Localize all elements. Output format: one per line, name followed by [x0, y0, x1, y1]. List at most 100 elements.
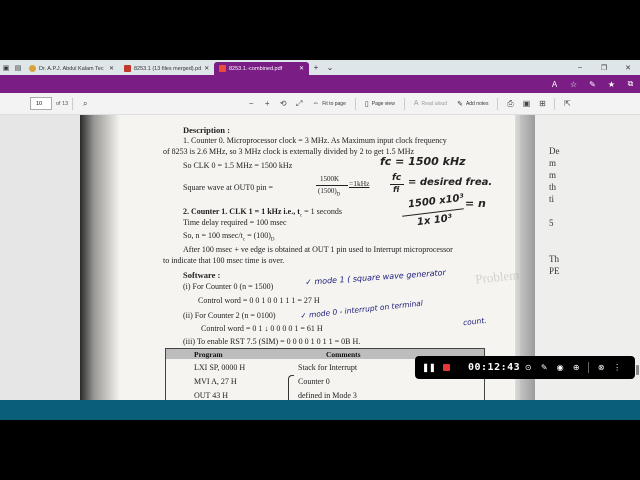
counter0-line: 1. Counter 0. Microprocessor clock = 3 M…: [183, 136, 447, 145]
add-notes-icon: ✎: [457, 100, 463, 108]
recording-timer: 00:12:43: [468, 362, 521, 373]
fit-page-icon: ⇔: [312, 100, 320, 107]
software-heading: Software :: [183, 270, 221, 280]
table-row-comment: Counter 0: [298, 377, 330, 386]
pdf-favicon-icon: [219, 65, 226, 72]
table-row-program: LXI SP, 0000 H: [194, 363, 246, 372]
stop-recording-icon[interactable]: [443, 364, 450, 371]
fit-to-page-button[interactable]: ⇔ Fit to page: [312, 100, 346, 107]
n-end: = (100): [245, 231, 271, 240]
pause-icon[interactable]: ❚❚: [421, 363, 437, 372]
new-tab-button[interactable]: +: [309, 63, 323, 72]
side-letter: m: [549, 170, 557, 180]
counter1-text: 2. Counter 1. CLK 1 = 1 kHz i.e., t: [183, 207, 300, 216]
tab-strip: ▣ ▤ Dr. A.P.J. Abdul Kalam Tec ✕ 8253.1 …: [0, 60, 640, 75]
workspaces-icon[interactable]: ▣: [0, 60, 12, 75]
collections-icon[interactable]: ⧉: [621, 79, 640, 89]
read-aloud-button[interactable]: A Read aloud: [414, 100, 447, 107]
read-aloud-icon: A: [413, 100, 419, 107]
side-gap: [549, 205, 640, 217]
side-letter: Th: [549, 254, 559, 264]
table-header-program: Program: [194, 350, 223, 359]
scrollbar-thumb[interactable]: [636, 365, 639, 375]
annotate-icon[interactable]: ✎: [536, 363, 552, 372]
fullscreen-icon[interactable]: ⤢: [291, 99, 307, 109]
after-line: After 100 msec + ve edge is obtained at …: [183, 245, 453, 254]
side-letter: De: [549, 146, 560, 156]
window-controls: – ❐ ✕: [568, 64, 640, 72]
tab-merged-pdf[interactable]: 8253.1 (13 files merged).pd ✕: [119, 62, 214, 75]
fraction-denominator: (1500)D: [318, 187, 340, 197]
recorder-divider: [588, 362, 590, 373]
description-heading: Description :: [183, 125, 230, 135]
tab-list-chevron-icon[interactable]: ⌄: [323, 63, 337, 72]
pdf-favicon-icon: [124, 65, 131, 72]
search-icon[interactable]: ⌕: [77, 99, 93, 109]
bottom-band: [0, 400, 640, 420]
counter1-end: = 1 seconds: [302, 207, 342, 216]
draw-icon[interactable]: ✎: [583, 80, 602, 89]
handwritten-eq-numerator: 1500 x10³: [407, 192, 465, 211]
page-view-button[interactable]: ▯ Page view: [365, 100, 395, 108]
tab-combined-pdf[interactable]: 8253.1.-combined.pdf ✕: [214, 62, 309, 75]
zoom-icon[interactable]: ⊙: [520, 363, 536, 372]
handwritten-fc: fc = 1500 kHz: [380, 155, 466, 168]
favorites-icon[interactable]: ★: [602, 80, 621, 89]
table-row-program: MVI A, 27 H: [194, 377, 237, 386]
rotate-icon[interactable]: ⟲: [275, 99, 291, 108]
tab-label: 8253.1.-combined.pdf: [229, 65, 283, 72]
side-letter: ti: [549, 194, 555, 204]
side-letter: m: [549, 158, 557, 168]
screen-recorder-widget: ❚❚ 00:12:43 ⊙ ✎ ◉ ⊕ ⊗ ⋮: [415, 356, 635, 379]
camera-icon[interactable]: ◉: [552, 363, 568, 372]
handwritten-mode1-note: ✓ mode 1 ( square wave generator: [304, 268, 447, 287]
save-as-icon[interactable]: ⊞: [534, 99, 550, 108]
toolbar-divider: [403, 97, 405, 110]
software-item-ii: (ii) For Counter 2 (n = 0100): [183, 311, 276, 320]
page-view-icon: ▯: [364, 100, 369, 108]
fraction-numerator: 1500K: [320, 175, 340, 183]
pin-toolbar-icon[interactable]: ⇱: [559, 99, 575, 108]
save-icon[interactable]: ▣: [518, 99, 534, 108]
print-icon[interactable]: ⎙: [502, 99, 518, 109]
handwritten-ratio-bottom: fi: [393, 185, 400, 194]
n-text: So, n = 100 msec/t: [183, 231, 243, 240]
side-letter: th: [549, 182, 557, 192]
square-wave-label: Square wave at OUT0 pin =: [183, 183, 274, 192]
zoom-out-icon[interactable]: −: [243, 99, 259, 108]
mute-icon[interactable]: ⊗: [593, 363, 609, 372]
tab-close-icon[interactable]: ✕: [204, 65, 209, 72]
tab-close-icon[interactable]: ✕: [299, 65, 304, 72]
after-line-2: to indicate that 100 msec time is over.: [163, 256, 285, 265]
screen: ▣ ▤ Dr. A.P.J. Abdul Kalam Tec ✕ 8253.1 …: [0, 60, 640, 420]
more-options-icon[interactable]: ⋮: [609, 363, 625, 372]
fraction-den-sub: D: [336, 192, 341, 198]
fraction-den-value: (1500): [318, 187, 337, 195]
tab-label: 8253.1 (13 files merged).pd: [134, 65, 202, 72]
software-item-i-cw: Control word = 0 0 1 0 0 1 1 1 = 27 H: [198, 296, 320, 305]
add-notes-button[interactable]: ✎ Add notes: [457, 100, 488, 108]
tab-actions-icon[interactable]: ▤: [12, 60, 24, 75]
handwritten-ratio-top: fc: [392, 173, 402, 183]
side-gap: [549, 229, 640, 253]
n-line: So, n = 100 msec/tc = (100)D: [183, 231, 275, 243]
close-window-icon[interactable]: ✕: [616, 64, 640, 72]
read-aloud-icon[interactable]: A: [545, 80, 564, 89]
toolbar-divider: [354, 97, 356, 110]
minimize-icon[interactable]: –: [568, 64, 592, 72]
cursor-icon[interactable]: ⊕: [568, 363, 584, 372]
n-sub2: D: [270, 237, 275, 243]
fraction-result: =1kHz: [349, 179, 370, 188]
delay-line: Time delay required = 100 msec: [183, 218, 287, 227]
fit-to-page-label: Fit to page: [322, 100, 346, 107]
handwritten-eq-rhs: = n: [465, 197, 486, 210]
tab-kalam[interactable]: Dr. A.P.J. Abdul Kalam Tec ✕: [24, 62, 119, 75]
table-row-comment: defined in Mode 3: [298, 391, 357, 400]
tab-close-icon[interactable]: ✕: [109, 65, 114, 72]
zoom-in-icon[interactable]: +: [259, 99, 275, 108]
page-number-input[interactable]: 10: [30, 97, 52, 110]
restore-icon[interactable]: ❐: [592, 64, 616, 72]
software-item-ii-cw: Control word = 0 1 ↓ 0 0 0 0 1 = 61 H: [201, 324, 323, 333]
favorite-add-icon[interactable]: ☆: [564, 80, 583, 89]
handwritten-mode0-note-2: count.: [462, 315, 487, 328]
